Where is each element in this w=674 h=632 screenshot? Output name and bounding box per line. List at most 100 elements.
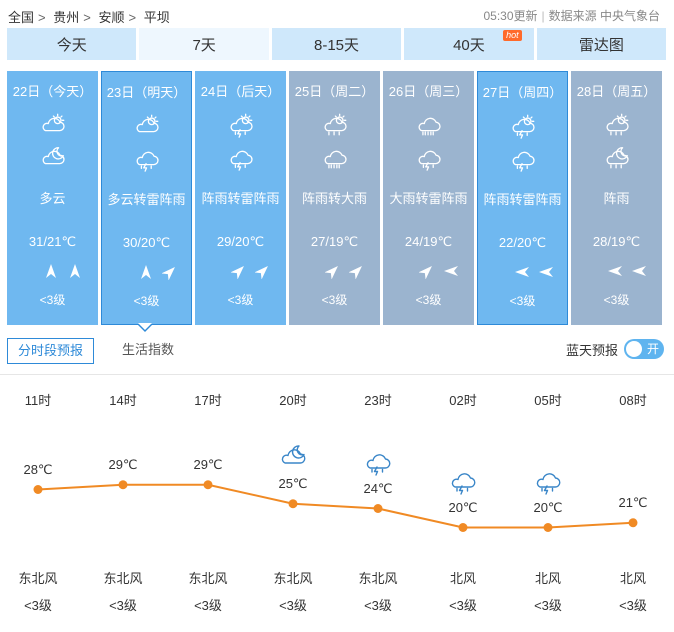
day-card[interactable]: 23日（明天） 多云转雷阵雨 30/20℃ <3级 — [101, 71, 192, 325]
tab-label: 今天 — [56, 36, 87, 54]
hour-label: 23时 — [364, 393, 392, 408]
hour-wind-level: <3级 — [449, 598, 477, 613]
tab-8-15day[interactable]: 8-15天 — [271, 28, 402, 60]
breadcrumb-item[interactable]: 贵州 — [53, 10, 79, 25]
heavy-rain-icon — [321, 144, 349, 172]
west-arrow-icon — [599, 263, 622, 279]
northeast-arrow-icon — [223, 263, 244, 279]
tab-life-index[interactable]: 生活指数 — [122, 338, 174, 364]
hour-temperature: 29℃ — [108, 456, 138, 472]
tab-7day[interactable]: 7天 — [139, 28, 269, 60]
thunderstorm-icon — [509, 145, 537, 173]
wind-direction — [289, 263, 380, 281]
thunderstorm-icon — [415, 144, 443, 172]
hour-label: 11时 — [24, 393, 52, 408]
wind-level: <3级 — [415, 293, 442, 307]
shower-day-icon — [321, 111, 349, 139]
hour-label: 05时 — [534, 393, 562, 408]
hour-wind-direction: 北风 — [449, 571, 476, 586]
hour-wind-direction: 东北风 — [358, 571, 398, 586]
day-card[interactable]: 24日（后天） 阵雨转雷阵雨 29/20℃ <3级 — [195, 71, 286, 325]
tab-label: 雷达图 — [578, 36, 624, 54]
day-temperature: 30/20℃ — [122, 235, 171, 250]
day-card[interactable]: 27日（周四） 阵雨转雷阵雨 22/20℃ <3级 — [477, 71, 568, 325]
west-arrow-icon — [506, 264, 529, 280]
day-date: 28日（周五） — [576, 84, 657, 99]
day-card[interactable]: 22日（今天） 多云 31/21℃ <3级 — [7, 71, 98, 325]
hour-label: 14时 — [109, 393, 137, 408]
north-arrow-icon — [35, 263, 56, 279]
tab-radar[interactable]: 雷达图 — [536, 28, 667, 60]
day-temperature: 29/20℃ — [216, 234, 265, 249]
wind-direction — [102, 264, 191, 282]
wind-level: <3级 — [321, 293, 348, 307]
hour-wind-direction: 东北风 — [18, 571, 58, 586]
tab-label: 40天 — [453, 36, 485, 54]
breadcrumb-separator: > — [128, 10, 137, 25]
day-date: 23日（明天） — [106, 85, 187, 100]
west-arrow-icon — [435, 263, 458, 279]
northeast-arrow-icon — [341, 263, 362, 279]
west-arrow-icon — [623, 263, 646, 279]
wind-level: <3级 — [133, 294, 160, 308]
wind-level: <3级 — [39, 293, 66, 307]
hour-temperature: 24℃ — [363, 480, 393, 496]
day-temperature: 28/19℃ — [592, 234, 641, 249]
selected-day-pointer — [137, 323, 153, 332]
hour-wind-direction: 东北风 — [188, 571, 228, 586]
day-card[interactable]: 26日（周三） 大雨转雷阵雨 24/19℃ <3级 — [383, 71, 474, 325]
breadcrumb-item[interactable]: 安顺 — [98, 10, 124, 25]
thunderstorm-icon — [227, 144, 255, 172]
top-bar: 全国 > 贵州 > 安顺 > 平坝 05:30更新 | 数据来源 中央气象台 — [0, 0, 674, 30]
hour-wind-level: <3级 — [279, 598, 307, 613]
day-weather-desc: 大雨转雷阵雨 — [389, 191, 468, 206]
day-weather-desc: 多云 — [39, 191, 66, 206]
shower-night-icon — [603, 144, 631, 172]
hour-wind-direction: 东北风 — [273, 571, 313, 586]
breadcrumb-item[interactable]: 全国 — [8, 10, 34, 25]
wind-level: <3级 — [603, 293, 630, 307]
partly-cloudy-night-icon — [39, 144, 67, 172]
hour-temperature: 20℃ — [533, 499, 563, 515]
tab-40day[interactable]: 40天 hot — [404, 28, 534, 60]
hour-wind-direction: 北风 — [534, 571, 561, 586]
hour-wind-level: <3级 — [24, 598, 52, 613]
toggle-state: 开 — [646, 342, 659, 356]
data-source: 数据来源 中央气象台 — [548, 9, 660, 23]
hour-wind-level: <3级 — [619, 598, 647, 613]
hour-wind-direction: 东北风 — [103, 571, 143, 586]
north-arrow-icon — [59, 263, 80, 279]
day-date: 26日（周三） — [388, 84, 469, 99]
breadcrumb-separator: > — [38, 10, 46, 25]
wind-level: <3级 — [509, 294, 536, 308]
hourly-forecast: 11时 28℃ 东北风 <3级 14时 29℃ 东北风 <3级 17时 29℃ 东北风 <3级 20时 2… — [0, 390, 674, 630]
hour-temperature: 29℃ — [193, 456, 223, 472]
wind-level: <3级 — [227, 293, 254, 307]
day-weather-desc: 阵雨转雷阵雨 — [483, 192, 562, 207]
day-temperature: 22/20℃ — [498, 235, 547, 250]
day-weather-desc: 阵雨 — [603, 191, 630, 206]
northeast-arrow-icon — [247, 263, 268, 279]
hour-temperature: 25℃ — [278, 475, 308, 491]
day-date: 27日（周四） — [482, 85, 563, 100]
thunderstorm-icon — [133, 145, 161, 173]
thunder-shower-day-icon — [227, 111, 255, 139]
tab-today[interactable]: 今天 — [7, 28, 137, 60]
tab-hourly-forecast[interactable]: 分时段预报 — [7, 338, 95, 364]
heavy-rain-icon — [415, 111, 443, 139]
hour-temperature: 20℃ — [448, 499, 478, 515]
tab-label: 7天 — [192, 36, 216, 54]
day-temperature: 24/19℃ — [404, 234, 453, 249]
meta-divider: | — [541, 9, 545, 23]
update-time: 05:30更新 — [483, 9, 538, 23]
day-card[interactable]: 25日（周二） 阵雨转大雨 27/19℃ <3级 — [289, 71, 380, 325]
hour-wind-direction: 北风 — [619, 571, 646, 586]
day-card[interactable]: 28日（周五） 阵雨 28/19℃ <3级 — [571, 71, 662, 325]
northeast-arrow-icon — [154, 264, 175, 280]
hour-label: 08时 — [619, 393, 647, 408]
breadcrumb: 全国 > 贵州 > 安顺 > 平坝 — [8, 7, 174, 26]
day-weather-desc: 阵雨转大雨 — [301, 191, 367, 206]
day-date: 24日（后天） — [200, 84, 281, 99]
blue-sky-toggle[interactable]: 开 — [624, 339, 664, 359]
tab-label: 8-15天 — [314, 36, 360, 54]
